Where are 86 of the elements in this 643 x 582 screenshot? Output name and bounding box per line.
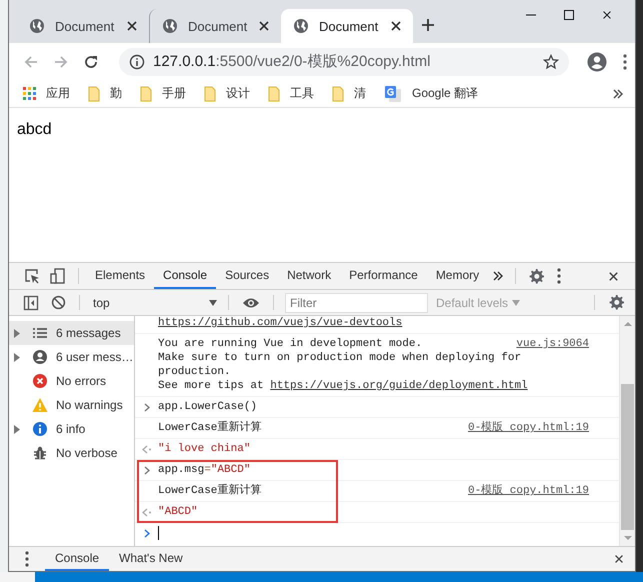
devtools-tab[interactable]: Memory: [426, 263, 488, 289]
output-arrow-icon: [142, 444, 152, 455]
inspect-icon[interactable]: [24, 268, 40, 284]
folder-icon: [268, 86, 280, 102]
sidebar-item[interactable]: No verbose: [9, 441, 134, 465]
input-prompt-icon: [143, 465, 150, 476]
log-text: LowerCase重新计算: [158, 421, 262, 435]
globe-icon: [162, 18, 178, 34]
devtools-tab[interactable]: Performance: [340, 263, 427, 289]
log-text: LowerCase重新计算: [158, 484, 262, 498]
sidebar-item[interactable]: No errors: [9, 369, 134, 393]
settings-icon[interactable]: [608, 294, 625, 311]
context-select[interactable]: top: [87, 290, 221, 315]
device-icon[interactable]: [50, 268, 66, 284]
close-icon[interactable]: [125, 19, 139, 33]
sidebar-item[interactable]: 6 info: [9, 417, 134, 441]
log-text: Make sure to turn on production mode when deploying for production. See more tips at https://vuejs.org/guide/deployment.html: [158, 351, 529, 393]
browser-tab[interactable]: Document: [17, 9, 149, 43]
sidebar-item[interactable]: 6 messages: [9, 321, 134, 345]
close-icon[interactable]: [607, 270, 620, 282]
output-arrow-icon: [142, 507, 152, 518]
bookmark[interactable]: 应用: [23, 85, 70, 102]
more-tabs-icon[interactable]: [493, 271, 504, 281]
close-icon[interactable]: [601, 9, 613, 21]
new-tab-icon[interactable]: [421, 18, 435, 32]
folder-icon: [88, 86, 100, 102]
folder-icon: [140, 86, 152, 102]
globe-icon: [293, 18, 309, 34]
command-text: app.LowerCase(): [158, 400, 258, 414]
console-link[interactable]: https://vuejs.org/guide/deployment.html: [270, 380, 528, 392]
more-bookmarks-icon[interactable]: [613, 88, 623, 98]
sidebar-item[interactable]: No warnings: [9, 393, 134, 417]
translate-icon: [384, 84, 402, 102]
close-icon[interactable]: [613, 553, 625, 565]
menu-icon[interactable]: [621, 54, 629, 70]
maximize-icon[interactable]: [563, 9, 575, 21]
apps-grid-icon: [23, 87, 36, 100]
devtools-tab[interactable]: Elements: [86, 263, 154, 289]
filter-field[interactable]: Filter: [285, 292, 428, 312]
devtools-tab[interactable]: Sources: [216, 263, 278, 289]
block-icon[interactable]: [51, 295, 66, 310]
source-link[interactable]: vue.js:9064: [516, 337, 589, 351]
profile-icon[interactable]: [587, 52, 607, 72]
folder-icon: [332, 86, 344, 102]
user-icon: [32, 349, 48, 365]
reload-icon[interactable]: [83, 54, 99, 70]
info-icon: [129, 54, 145, 70]
settings-icon[interactable]: [528, 268, 546, 284]
bookmark[interactable]: 工具: [268, 85, 314, 102]
drawer-tab[interactable]: What's New: [109, 547, 193, 571]
bug-icon: [32, 445, 48, 461]
source-link[interactable]: 0-模版 copy.html:19: [468, 484, 589, 498]
result-text: "ABCD": [158, 505, 198, 519]
command-text: app.msg="ABCD": [158, 463, 250, 477]
bookmark[interactable]: 手册: [140, 85, 186, 102]
devtools-tab[interactable]: Network: [278, 263, 340, 289]
info-icon: [32, 421, 48, 437]
input-prompt-icon: [143, 402, 150, 413]
error-icon: [32, 373, 48, 389]
globe-icon: [29, 18, 45, 34]
caret-icon: [209, 300, 217, 306]
bookmark[interactable]: 设计: [204, 85, 250, 102]
url-text: 127.0.0.1:5500/vue2/0-模版%20copy.html: [153, 52, 432, 71]
close-icon[interactable]: [257, 19, 272, 33]
bookmark[interactable]: Google 翻译: [384, 84, 478, 102]
warning-icon: [32, 397, 48, 413]
menu-icon[interactable]: [555, 268, 564, 284]
eye-icon[interactable]: [242, 296, 260, 308]
star-icon[interactable]: [543, 54, 559, 70]
sidebar-toggle-icon[interactable]: [23, 294, 39, 310]
caret-icon: [512, 300, 520, 306]
input-prompt-icon: [143, 528, 150, 539]
bookmark[interactable]: 清: [332, 85, 366, 102]
source-link[interactable]: 0-模版 copy.html:19: [468, 421, 589, 435]
sidebar-item[interactable]: 6 user mess…: [9, 345, 134, 369]
bookmark[interactable]: 勤: [88, 85, 122, 102]
folder-icon: [204, 86, 216, 102]
browser-tab[interactable]: Document: [281, 9, 413, 43]
address-bar[interactable]: 127.0.0.1:5500/vue2/0-模版%20copy.html: [119, 48, 569, 76]
log-text: You are running Vue in development mode.: [158, 337, 422, 351]
result-text: "i love china": [158, 442, 250, 456]
list-icon: [32, 325, 48, 341]
page-text: abcd: [17, 121, 53, 139]
menu-icon[interactable]: [23, 551, 31, 567]
close-icon[interactable]: [389, 19, 403, 33]
console-link[interactable]: https://github.com/vuejs/vue-devtools: [158, 317, 402, 329]
